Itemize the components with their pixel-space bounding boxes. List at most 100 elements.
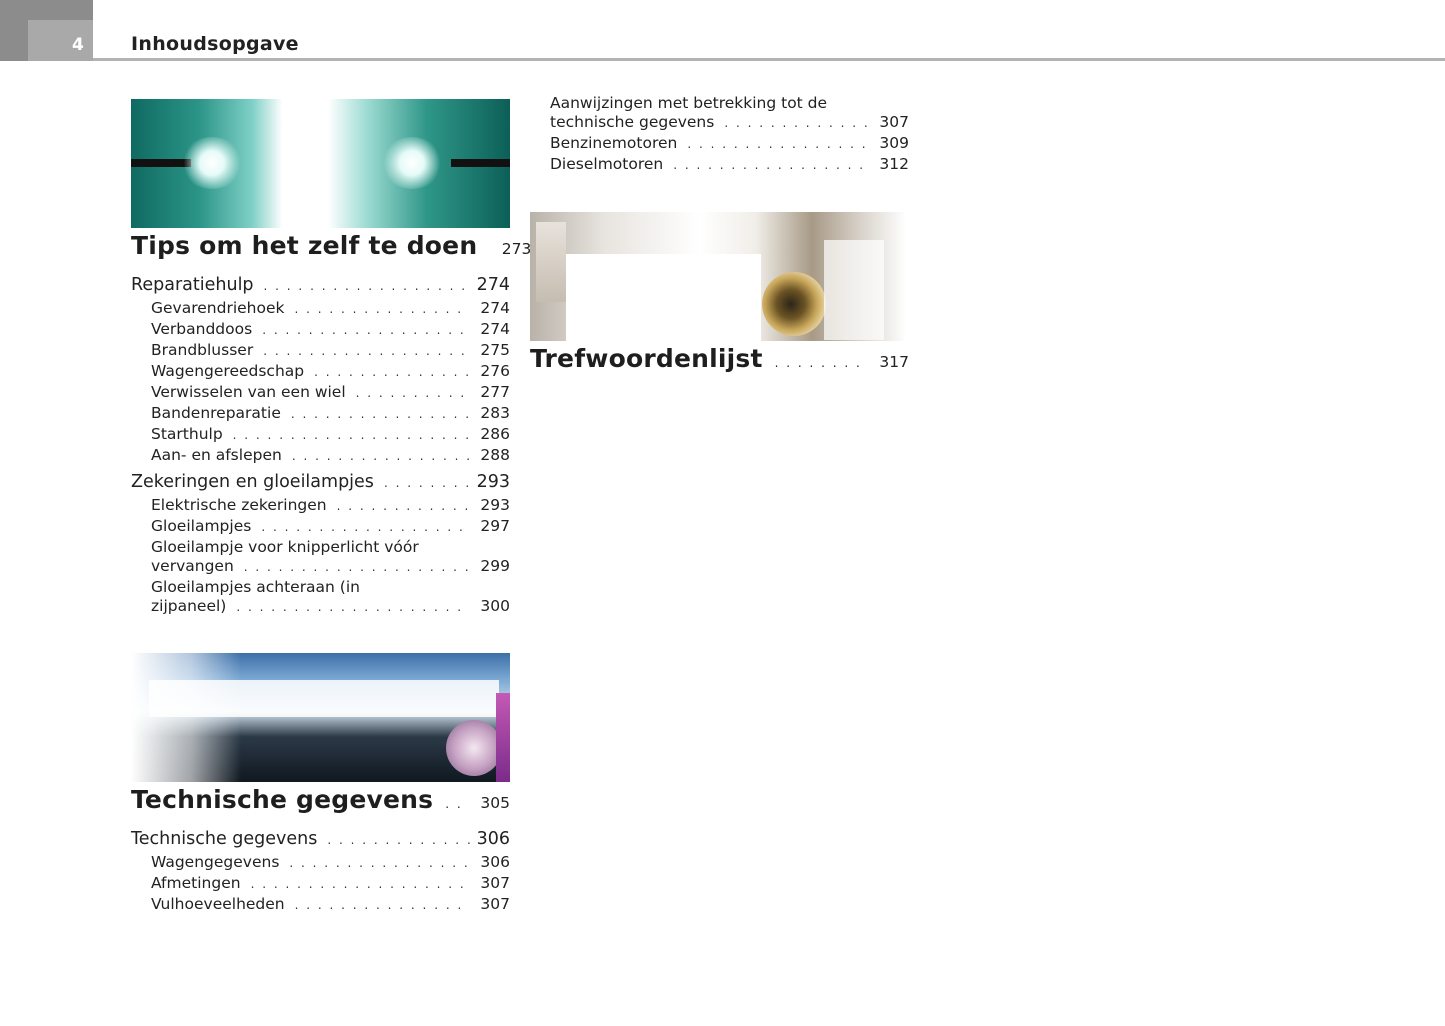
toc-entry-starthulp[interactable]: Starthulp 286 xyxy=(151,425,510,443)
section-title-text: Tips om het zelf te doen xyxy=(131,231,478,260)
toc-entry-label: Bandenreparatie xyxy=(151,404,281,422)
toc-entry-label: Wagengereedschap xyxy=(151,362,305,380)
toc-entry-page: 293 xyxy=(476,472,510,492)
toc-entry-wagengegevens[interactable]: Wagengegevens 306 xyxy=(151,853,510,871)
toc-entry-label: vervangen xyxy=(151,557,234,575)
toc-entry-label: Afmetingen xyxy=(151,874,241,892)
leader-dots xyxy=(289,856,470,870)
toc-entry-page: 286 xyxy=(480,425,510,443)
toc-entry-label-line1[interactable]: Gloeilampjes achteraan (in xyxy=(151,578,360,596)
leader-dots xyxy=(291,407,470,421)
toc-entry-aan-afslepen[interactable]: Aan- en afslepen 288 xyxy=(151,446,510,464)
toc-entry-verbanddoos[interactable]: Verbanddoos 274 xyxy=(151,320,510,338)
leader-dots xyxy=(445,797,468,811)
leader-dots xyxy=(251,877,470,891)
leader-dots xyxy=(292,449,470,463)
header-rule xyxy=(93,58,1445,61)
white-panel xyxy=(566,254,761,341)
trumpet-bell xyxy=(762,272,826,336)
toc-entry-technische-gegevens[interactable]: Technische gegevens 306 xyxy=(131,829,510,849)
photo-strip xyxy=(536,222,566,302)
toc-entry-afmetingen[interactable]: Afmetingen 307 xyxy=(151,874,510,892)
leader-dots xyxy=(775,356,867,370)
leader-dots xyxy=(233,428,470,442)
toc-entry-label: Gloeilampjes xyxy=(151,517,252,535)
toc-entry-page: 306 xyxy=(476,829,510,849)
toc-entry-vulhoeveelheden[interactable]: Vulhoeveelheden 307 xyxy=(151,895,510,913)
toc-entry-page: 274 xyxy=(480,320,510,338)
toc-entry-page: 276 xyxy=(480,362,510,380)
toc-entry-page: 274 xyxy=(480,299,510,317)
toc-entry-label: Verwisselen van een wiel xyxy=(151,383,346,401)
toc-entry-label: zijpaneel) xyxy=(151,597,227,615)
leader-dots xyxy=(356,386,470,400)
toc-entry-page: 309 xyxy=(879,134,909,152)
toc-entry-label: Zekeringen en gloeilampjes xyxy=(131,472,374,492)
haze-panel xyxy=(824,240,884,340)
toc-entry-dieselmotoren[interactable]: Dieselmotoren 312 xyxy=(550,155,909,173)
toc-entry-page: 307 xyxy=(480,895,510,913)
bulb-stem-right xyxy=(451,159,510,167)
toc-entry-page: 307 xyxy=(879,113,909,131)
section-title-technisch[interactable]: Technische gegevens 305 xyxy=(131,785,510,814)
toc-entry-gloeilampjes[interactable]: Gloeilampjes 297 xyxy=(151,517,510,535)
toc-entry-page: 307 xyxy=(480,874,510,892)
toc-entry-aanwijzingen[interactable]: technische gegevens 307 xyxy=(550,113,909,131)
toc-entry-page: 299 xyxy=(480,557,510,575)
light-flash xyxy=(131,653,241,782)
leader-dots xyxy=(236,600,470,614)
bulb-left xyxy=(181,137,243,189)
leader-dots xyxy=(263,344,470,358)
leader-dots xyxy=(314,365,470,379)
toc-entry-wagengereedschap[interactable]: Wagengereedschap 276 xyxy=(151,362,510,380)
toc-entry-label: Brandblusser xyxy=(151,341,254,359)
toc-entry-label-line1[interactable]: Aanwijzingen met betrekking tot de xyxy=(550,94,827,112)
leader-dots xyxy=(294,302,470,316)
toc-entry-page: 293 xyxy=(480,496,510,514)
leader-dots xyxy=(244,560,470,574)
toc-entry-label: Benzinemotoren xyxy=(550,134,678,152)
toc-entry-label: Wagengegevens xyxy=(151,853,280,871)
toc-entry-elektrische-zekeringen[interactable]: Elektrische zekeringen 293 xyxy=(151,496,510,514)
toc-entry-page: 312 xyxy=(879,155,909,173)
toc-entry-page: 275 xyxy=(480,341,510,359)
bulb-right xyxy=(381,137,443,189)
toc-entry-label: technische gegevens xyxy=(550,113,715,131)
section-title-text: Technische gegevens xyxy=(131,785,434,814)
road-speedometer-photo xyxy=(131,653,510,782)
toc-entry-label: Vulhoeveelheden xyxy=(151,895,285,913)
toc-entry-brandblusser[interactable]: Brandblusser 275 xyxy=(151,341,510,359)
leader-dots xyxy=(724,116,869,130)
section-page: 273 xyxy=(501,240,532,258)
magenta-glow xyxy=(496,693,510,782)
toc-entry-label: Aan- en afslepen xyxy=(151,446,282,464)
leader-dots xyxy=(261,520,470,534)
leader-dots xyxy=(384,476,470,490)
toc-entry-reparatiehulp[interactable]: Reparatiehulp 274 xyxy=(131,275,510,295)
toc-entry-page: 274 xyxy=(476,275,510,295)
section-page: 317 xyxy=(879,353,909,371)
section-title-text: Trefwoordenlijst xyxy=(530,344,763,373)
lightbulbs-photo xyxy=(131,99,510,228)
toc-entry-gevarendriehoek[interactable]: Gevarendriehoek 274 xyxy=(151,299,510,317)
section-title-tips[interactable]: Tips om het zelf te doen 273 xyxy=(131,231,531,260)
toc-entry-knipperlicht[interactable]: vervangen 299 xyxy=(151,557,510,575)
toc-entry-label: Technische gegevens xyxy=(131,829,318,849)
toc-entry-label: Dieselmotoren xyxy=(550,155,664,173)
toc-entry-page: 306 xyxy=(480,853,510,871)
toc-entry-bandenreparatie[interactable]: Bandenreparatie 283 xyxy=(151,404,510,422)
toc-entry-verwisselen-wiel[interactable]: Verwisselen van een wiel 277 xyxy=(151,383,510,401)
toc-entry-benzinemotoren[interactable]: Benzinemotoren 309 xyxy=(550,134,909,152)
toc-entry-page: 283 xyxy=(480,404,510,422)
toc-entry-page: 288 xyxy=(480,446,510,464)
toc-entry-zekeringen-gloeilampjes[interactable]: Zekeringen en gloeilampjes 293 xyxy=(131,472,510,492)
leader-dots xyxy=(673,158,869,172)
page-title: Inhoudsopgave xyxy=(131,33,299,55)
toc-entry-gloeilampjes-achteraan[interactable]: zijpaneel) 300 xyxy=(151,597,510,615)
section-title-index[interactable]: Trefwoordenlijst 317 xyxy=(530,344,909,373)
toc-entry-page: 297 xyxy=(480,517,510,535)
toc-entry-label-line1[interactable]: Gloeilampje voor knipperlicht vóór xyxy=(151,538,419,556)
toc-entry-label: Verbanddoos xyxy=(151,320,253,338)
page-number: 4 xyxy=(72,35,84,55)
leader-dots xyxy=(337,499,470,513)
